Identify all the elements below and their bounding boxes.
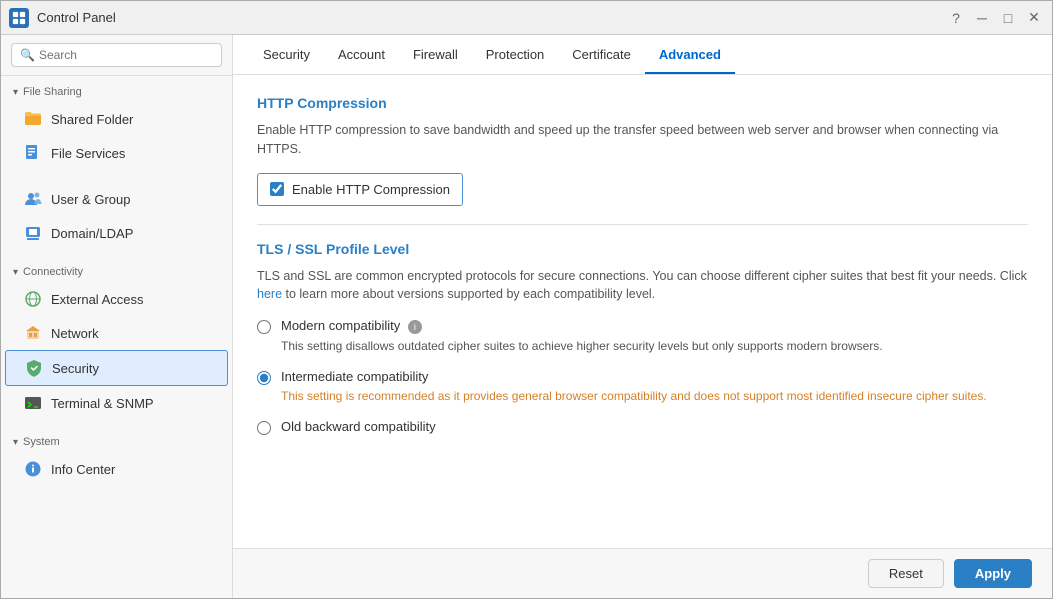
sidebar-item-external-access[interactable]: External Access — [1, 282, 232, 316]
chevron-down-icon: ▾ — [13, 87, 18, 98]
sidebar-item-terminal-snmp[interactable]: Terminal & SNMP — [1, 386, 232, 420]
external-access-icon — [23, 289, 43, 309]
sidebar-item-info-center[interactable]: Info Center — [1, 452, 232, 486]
maximize-button[interactable]: □ — [998, 8, 1018, 28]
http-compression-section: HTTP Compression Enable HTTP compression… — [257, 95, 1028, 206]
chevron-down-icon-3: ▾ — [13, 437, 18, 448]
section-label-file-sharing: File Sharing — [23, 86, 82, 98]
sidebar-item-label-security: Security — [52, 361, 99, 376]
sidebar-item-label-network: Network — [51, 326, 99, 341]
section-system: ▾ System Info Center — [1, 426, 232, 492]
http-compression-checkbox-row[interactable]: Enable HTTP Compression — [257, 173, 463, 206]
minimize-button[interactable]: ─ — [972, 8, 992, 28]
radio-old[interactable] — [257, 421, 271, 435]
section-user-group: User & Group Domain/LDAP — [1, 176, 232, 256]
sidebar-item-label-file-services: File Services — [51, 146, 125, 161]
sidebar-item-network[interactable]: Network — [1, 316, 232, 350]
tab-protection[interactable]: Protection — [472, 37, 559, 74]
section-header-system[interactable]: ▾ System — [1, 432, 232, 452]
section-divider — [257, 224, 1028, 225]
sidebar-item-label-external-access: External Access — [51, 292, 144, 307]
sidebar-item-label-info-center: Info Center — [51, 462, 115, 477]
content-footer: Reset Apply — [233, 548, 1052, 598]
http-section-description: Enable HTTP compression to save bandwidt… — [257, 121, 1028, 159]
content-panel: HTTP Compression Enable HTTP compression… — [233, 75, 1052, 548]
radio-item-modern: Modern compatibility i This setting disa… — [257, 318, 1028, 355]
domain-icon — [23, 223, 43, 243]
info-icon-modern[interactable]: i — [408, 320, 422, 334]
tls-section-description: TLS and SSL are common encrypted protoco… — [257, 267, 1028, 305]
tab-firewall[interactable]: Firewall — [399, 37, 472, 74]
section-connectivity: ▾ Connectivity External Access Network — [1, 256, 232, 426]
sidebar-item-label-user-group: User & Group — [51, 192, 130, 207]
tab-account[interactable]: Account — [324, 37, 399, 74]
tls-desc-part1: TLS and SSL are common encrypted protoco… — [257, 269, 1027, 283]
window-controls: ? ─ □ ✕ — [946, 8, 1044, 28]
info-center-icon — [23, 459, 43, 479]
search-input[interactable] — [39, 48, 213, 62]
radio-modern[interactable] — [257, 320, 271, 334]
file-services-icon — [23, 143, 43, 163]
sidebar-search-area: 🔍 — [1, 35, 232, 76]
tab-security[interactable]: Security — [249, 37, 324, 74]
sidebar-item-file-services[interactable]: File Services — [1, 136, 232, 170]
section-file-sharing: ▾ File Sharing Shared Folder File Servic… — [1, 76, 232, 176]
folder-icon — [23, 109, 43, 129]
sidebar-item-security[interactable]: Security — [5, 350, 228, 386]
section-label-connectivity: Connectivity — [23, 266, 83, 278]
user-group-icon — [23, 189, 43, 209]
tls-section: TLS / SSL Profile Level TLS and SSL are … — [257, 241, 1028, 436]
http-compression-label: Enable HTTP Compression — [292, 182, 450, 197]
tab-advanced[interactable]: Advanced — [645, 37, 735, 74]
tls-here-link[interactable]: here — [257, 287, 282, 301]
sidebar: 🔍 ▾ File Sharing Shared Folder — [1, 35, 233, 598]
content-area: Security Account Firewall Protection Cer… — [233, 35, 1052, 598]
section-label-system: System — [23, 436, 60, 448]
chevron-down-icon-2: ▾ — [13, 267, 18, 278]
security-icon — [24, 358, 44, 378]
help-button[interactable]: ? — [946, 8, 966, 28]
terminal-icon — [23, 393, 43, 413]
radio-modern-desc: This setting disallows outdated cipher s… — [281, 337, 883, 355]
tls-radio-group: Modern compatibility i This setting disa… — [257, 318, 1028, 435]
tls-section-title: TLS / SSL Profile Level — [257, 241, 1028, 257]
tls-desc-part2: to learn more about versions supported b… — [282, 287, 655, 301]
sidebar-item-label-terminal-snmp: Terminal & SNMP — [51, 396, 154, 411]
network-icon — [23, 323, 43, 343]
radio-item-old: Old backward compatibility — [257, 419, 1028, 435]
app-icon — [9, 8, 29, 28]
section-header-connectivity[interactable]: ▾ Connectivity — [1, 262, 232, 282]
http-section-title: HTTP Compression — [257, 95, 1028, 111]
titlebar: Control Panel ? ─ □ ✕ — [1, 1, 1052, 35]
radio-intermediate-label: Intermediate compatibility — [281, 369, 428, 384]
section-header-file-sharing[interactable]: ▾ File Sharing — [1, 82, 232, 102]
radio-old-label: Old backward compatibility — [281, 419, 436, 434]
tab-certificate[interactable]: Certificate — [558, 37, 645, 74]
sidebar-item-user-group[interactable]: User & Group — [1, 182, 232, 216]
radio-intermediate[interactable] — [257, 371, 271, 385]
search-icon: 🔍 — [20, 48, 35, 62]
apply-button[interactable]: Apply — [954, 559, 1032, 588]
radio-item-intermediate: Intermediate compatibility This setting … — [257, 369, 1028, 405]
sidebar-item-domain-ldap[interactable]: Domain/LDAP — [1, 216, 232, 250]
http-compression-checkbox[interactable] — [270, 182, 284, 196]
tabs-bar: Security Account Firewall Protection Cer… — [233, 35, 1052, 75]
search-box: 🔍 — [11, 43, 222, 67]
radio-modern-label: Modern compatibility — [281, 318, 400, 333]
sidebar-item-shared-folder[interactable]: Shared Folder — [1, 102, 232, 136]
main-window: Control Panel ? ─ □ ✕ 🔍 ▾ File Sharing — [0, 0, 1053, 599]
main-body: 🔍 ▾ File Sharing Shared Folder — [1, 35, 1052, 598]
window-title: Control Panel — [37, 10, 946, 25]
radio-intermediate-desc: This setting is recommended as it provid… — [281, 387, 987, 405]
reset-button[interactable]: Reset — [868, 559, 944, 588]
sidebar-item-label-domain-ldap: Domain/LDAP — [51, 226, 133, 241]
close-button[interactable]: ✕ — [1024, 8, 1044, 28]
sidebar-item-label-shared-folder: Shared Folder — [51, 112, 133, 127]
